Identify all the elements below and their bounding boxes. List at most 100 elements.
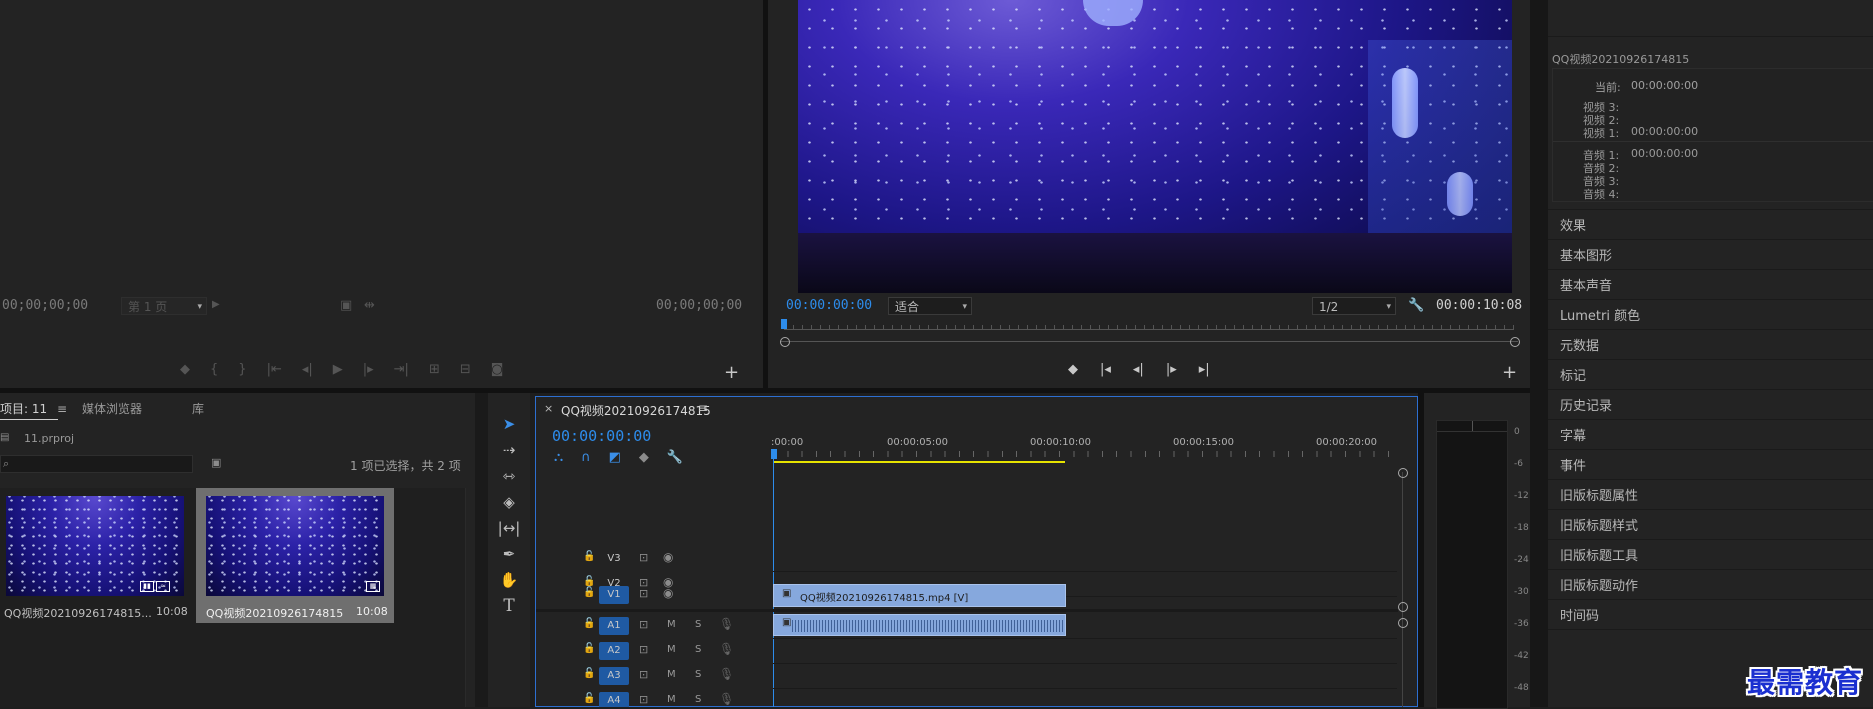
find-icon[interactable]: ▣ [211, 456, 221, 469]
fit-select[interactable]: 适合 ▾ [888, 297, 972, 315]
playhead-icon[interactable] [771, 449, 777, 459]
panel-divider[interactable] [475, 393, 488, 707]
zoom-handle-left-icon[interactable] [780, 337, 790, 347]
program-current-timecode[interactable]: 00:00:00:00 [786, 298, 872, 313]
source-timecode-out[interactable]: 00;00;00;00 [656, 298, 742, 313]
lock-icon[interactable]: 🔓 [583, 587, 595, 598]
go-to-out-icon[interactable]: ▸| [1199, 362, 1210, 377]
sync-lock-icon[interactable]: ⊡ [639, 693, 648, 706]
scroll-handle-icon[interactable] [1398, 618, 1408, 628]
sync-lock-icon[interactable]: ⊡ [639, 668, 648, 681]
play-icon[interactable]: ▶ [333, 362, 343, 377]
hand-tool-icon[interactable]: ✋ [496, 569, 522, 591]
panel-markers[interactable]: 标记 [1560, 365, 1586, 384]
pen-tool-icon[interactable]: ✒ [496, 543, 522, 565]
playhead-icon[interactable] [781, 319, 787, 329]
type-tool-icon[interactable]: T [496, 595, 522, 617]
mute-button[interactable]: M [667, 669, 676, 680]
lock-icon[interactable]: 🔓 [583, 551, 595, 562]
panel-captions[interactable]: 字幕 [1560, 425, 1586, 444]
mark-out-icon[interactable]: } [238, 362, 246, 377]
panel-metadata[interactable]: 元数据 [1560, 335, 1599, 354]
work-area-bar[interactable] [773, 461, 1065, 463]
solo-button[interactable]: S [695, 694, 701, 705]
overwrite-icon[interactable]: ⊟ [460, 362, 471, 377]
sync-lock-icon[interactable]: ⊡ [639, 643, 648, 656]
scroll-handle-icon[interactable] [1398, 602, 1408, 612]
page-select[interactable]: 第 1 页 ▾ [121, 297, 207, 315]
panel-essential-graphics[interactable]: 基本图形 [1560, 245, 1612, 264]
sync-lock-icon[interactable]: ⊡ [639, 618, 648, 631]
project-item[interactable]: ▮▮ ≈ QQ视频20210926174815... 10:08 [0, 488, 190, 628]
program-scrubber[interactable] [781, 319, 1514, 335]
lock-icon[interactable]: 🔓 [583, 668, 595, 679]
panel-divider[interactable] [0, 388, 1530, 393]
panel-events[interactable]: 事件 [1560, 455, 1586, 474]
step-back-icon[interactable]: ◂| [1133, 362, 1144, 377]
panel-lumetri-color[interactable]: Lumetri 颜色 [1560, 305, 1640, 324]
add-marker-icon[interactable]: ◆ [639, 450, 649, 465]
vertical-scrollbar[interactable] [1402, 472, 1403, 707]
tab-media-browser[interactable]: 媒体浏览器 [82, 400, 142, 417]
panel-divider[interactable] [1418, 393, 1424, 707]
linked-selection-icon[interactable]: ◩ [609, 450, 621, 465]
panel-legacy-title-properties[interactable]: 旧版标题属性 [1560, 485, 1638, 504]
slip-tool-icon[interactable]: |↔| [496, 517, 522, 539]
mute-button[interactable]: M [667, 694, 676, 705]
export-frame-small-icon[interactable]: ▣ [340, 298, 352, 313]
panel-divider[interactable] [763, 0, 768, 393]
resolution-select[interactable]: 1/2 ▾ [1312, 297, 1396, 315]
play-small-icon[interactable]: ▶ [212, 299, 220, 310]
microphone-icon[interactable]: 🎙 [719, 692, 734, 706]
eye-icon[interactable]: ◉ [663, 586, 673, 600]
lock-icon[interactable]: 🔓 [583, 643, 595, 654]
step-forward-icon[interactable]: |▸ [363, 362, 374, 377]
program-video-frame[interactable] [798, 0, 1512, 293]
solo-button[interactable]: S [695, 619, 701, 630]
close-icon[interactable]: × [544, 402, 553, 415]
razor-tool-icon[interactable]: ◈ [496, 491, 522, 513]
zoom-bar[interactable] [780, 341, 1518, 342]
project-item-selected[interactable]: ▦ QQ视频20210926174815 10:08 [196, 488, 394, 623]
hamburger-icon[interactable]: ≡ [698, 401, 708, 415]
nest-icon[interactable]: ⛬ [554, 450, 563, 465]
source-add-button-icon[interactable]: + [724, 362, 739, 383]
step-back-icon[interactable]: ◂| [302, 362, 313, 377]
microphone-icon[interactable]: 🎙 [719, 667, 734, 681]
add-marker-icon[interactable]: ◆ [180, 362, 190, 377]
selection-tool-icon[interactable]: ➤ [496, 413, 522, 435]
wrench-icon[interactable]: 🔧 [1408, 298, 1424, 313]
solo-button[interactable]: S [695, 669, 701, 680]
microphone-icon[interactable]: 🎙 [719, 642, 734, 656]
track-label[interactable]: A3 [599, 667, 629, 685]
mute-button[interactable]: M [667, 644, 676, 655]
video-clip[interactable]: ▣ QQ视频20210926174815.mp4 [V] [773, 584, 1066, 607]
panel-legacy-title-tools[interactable]: 旧版标题工具 [1560, 545, 1638, 564]
microphone-icon[interactable]: 🎙 [719, 617, 734, 631]
tab-libraries[interactable]: 库 [192, 400, 204, 417]
panel-divider[interactable] [1530, 0, 1548, 707]
track-label[interactable]: A1 [599, 617, 629, 635]
snap-magnet-icon[interactable]: ∩ [581, 450, 591, 465]
track-label[interactable]: V1 [599, 586, 629, 604]
hamburger-icon[interactable]: ≡ [57, 402, 67, 416]
solo-button[interactable]: S [695, 644, 701, 655]
insert-icon[interactable]: ⊞ [429, 362, 440, 377]
track-label[interactable]: A4 [599, 692, 629, 707]
go-to-in-icon[interactable]: |◂ [1100, 362, 1111, 377]
panel-timecode[interactable]: 时间码 [1560, 605, 1599, 624]
panel-effects[interactable]: 效果 [1560, 215, 1586, 234]
export-frame-icon[interactable]: ◙ [491, 362, 504, 377]
scroll-handle-top-icon[interactable] [1398, 468, 1408, 478]
sync-lock-icon[interactable]: ⊡ [639, 551, 648, 564]
timeline-tab[interactable]: QQ视频20210926174815 [561, 402, 711, 419]
panel-essential-sound[interactable]: 基本声音 [1560, 275, 1612, 294]
go-to-out-icon[interactable]: ⇥| [394, 362, 409, 377]
marker-icon[interactable]: ◆ [1068, 362, 1078, 377]
panel-history[interactable]: 历史记录 [1560, 395, 1612, 414]
mute-button[interactable]: M [667, 619, 676, 630]
program-add-button-icon[interactable]: + [1502, 362, 1517, 383]
go-to-in-icon[interactable]: |⇤ [267, 362, 282, 377]
eye-icon[interactable]: ◉ [663, 550, 673, 564]
lock-icon[interactable]: 🔓 [583, 693, 595, 704]
